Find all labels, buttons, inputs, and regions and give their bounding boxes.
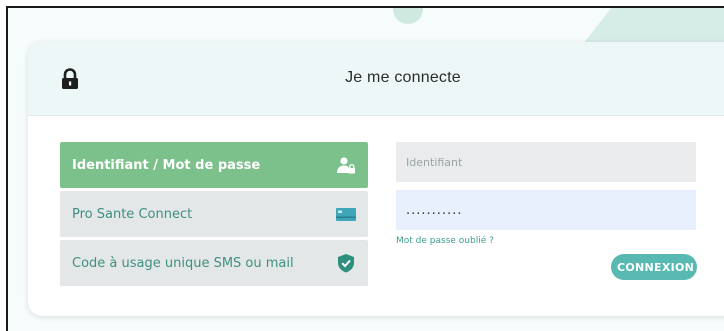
login-form: Mot de passe oublié ? CONNEXION [396,142,697,280]
page-frame: Je me connecte Identifiant / Mot de pass… [6,6,724,331]
method-identifier-password[interactable]: Identifiant / Mot de passe [60,142,368,188]
method-label: Pro Sante Connect [72,206,193,222]
method-pro-sante-connect[interactable]: Pro Sante Connect [60,191,368,237]
password-field[interactable] [396,190,696,230]
method-otp-sms-mail[interactable]: Code à usage unique SMS ou mail [60,240,368,286]
page-title: Je me connecte [345,69,461,86]
connexion-button[interactable]: CONNEXION [611,254,697,280]
shield-check-icon [338,254,354,273]
method-label: Code à usage unique SMS ou mail [72,255,294,271]
card-icon [336,208,356,221]
card-header: Je me connecte [28,42,724,116]
method-label: Identifiant / Mot de passe [72,157,261,173]
login-card: Je me connecte Identifiant / Mot de pass… [28,42,724,316]
decorative-circle [393,8,423,24]
user-lock-icon [337,157,355,174]
login-method-list: Identifiant / Mot de passe Pro Sante Con… [60,142,368,289]
identifier-field[interactable] [396,142,696,182]
forgot-password-link[interactable]: Mot de passe oublié ? [396,236,696,246]
